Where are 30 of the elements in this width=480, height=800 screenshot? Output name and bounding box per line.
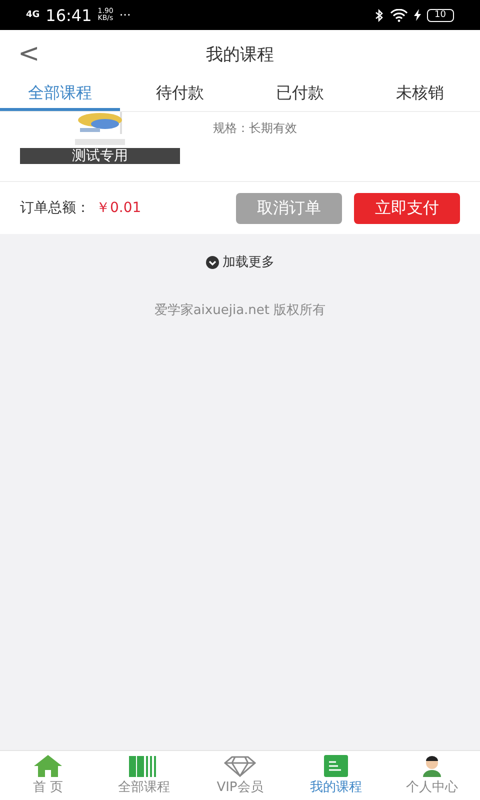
pay-button[interactable]: 立即支付 <box>354 192 460 224</box>
nav-item[interactable]: 个人中心 <box>384 751 480 800</box>
battery-indicator: 10 <box>426 8 454 22</box>
image-caption: 测试专用 <box>20 148 180 164</box>
house-icon <box>34 755 62 777</box>
back-button[interactable]: < <box>14 41 44 67</box>
spec-text: 规格：长期有效 <box>213 120 297 137</box>
charging-icon <box>414 9 421 21</box>
load-more-button[interactable]: 加载更多 <box>200 252 280 272</box>
bluetooth-icon <box>374 8 384 22</box>
total-label: 订单总额： <box>20 199 90 217</box>
tab[interactable]: 待付款 <box>120 78 240 111</box>
more-indicator: ··· <box>119 8 131 22</box>
total-amount: ￥0.01 <box>96 199 142 217</box>
cancel-button[interactable]: 取消订单 <box>236 192 342 224</box>
tab[interactable]: 未核销 <box>360 78 480 111</box>
person-icon <box>422 755 442 777</box>
nav-item[interactable]: 首 页 <box>0 751 96 800</box>
book-icon <box>324 755 348 777</box>
wifi-icon <box>390 8 408 22</box>
nav-item[interactable]: 全部课程 <box>96 751 192 800</box>
nav-item[interactable]: VIP会员 <box>192 751 288 800</box>
tab[interactable]: 已付款 <box>240 78 360 111</box>
nav-item[interactable]: 我的课程 <box>288 751 384 800</box>
copyright-text: 爱学家aixuejia.net 版权所有 <box>153 302 327 319</box>
status-time: 16:41 <box>46 6 92 24</box>
books-icon <box>129 756 159 776</box>
network-indicator: 4G <box>26 10 40 20</box>
page-title: 我的课程 <box>206 44 274 64</box>
diamond-icon <box>224 756 256 776</box>
